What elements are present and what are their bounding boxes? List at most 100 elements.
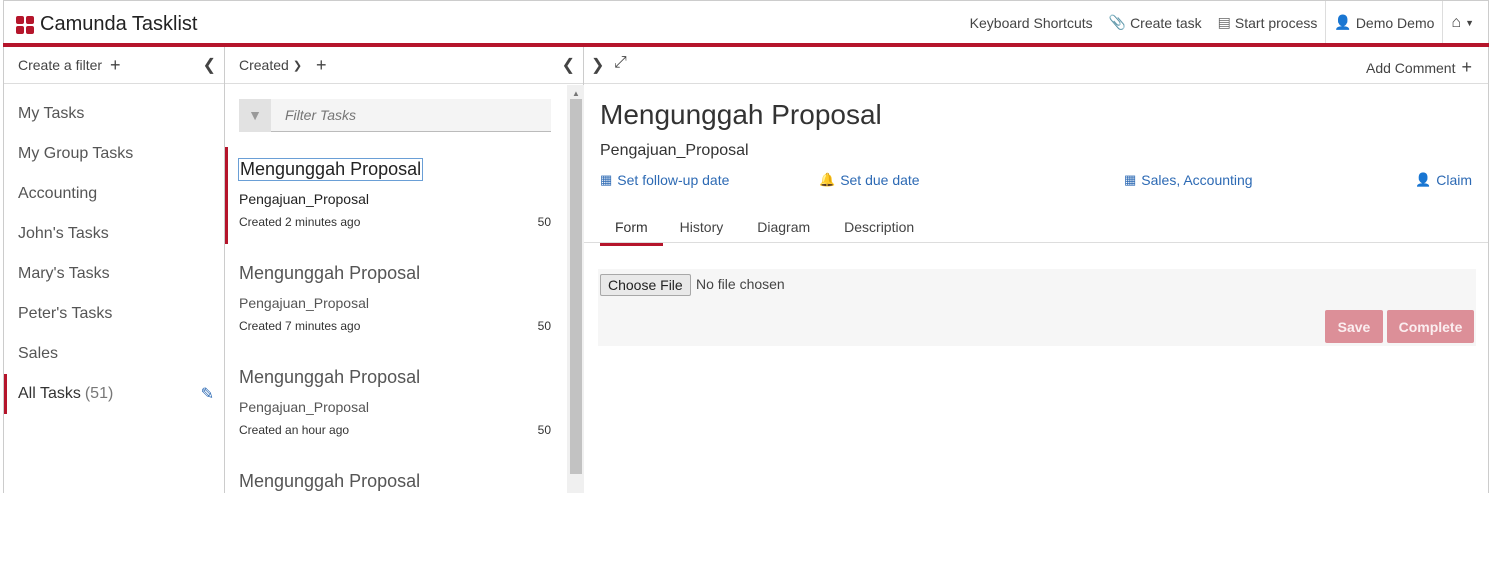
filter-label: Accounting	[18, 185, 98, 202]
filter-item[interactable]: Peter's Tasks	[4, 294, 224, 334]
top-nav-menu: Keyboard Shortcuts 📎 Create task ▤ Start…	[962, 1, 1482, 44]
task-priority: 50	[537, 423, 551, 437]
task-name: Mengunggah Proposal	[239, 367, 421, 387]
brand[interactable]: Camunda Tasklist	[16, 13, 197, 36]
candidate-groups-link[interactable]: ▦ Sales, Accounting	[1124, 172, 1253, 188]
start-process-link[interactable]: ▤ Start process	[1210, 1, 1326, 44]
filter-list: My Tasks My Group Tasks Accounting John'…	[4, 84, 224, 414]
chevron-left-icon[interactable]: ❮	[562, 55, 575, 75]
funnel-icon[interactable]: ▼	[239, 98, 271, 132]
user-icon: 👤	[1334, 14, 1352, 30]
filter-item[interactable]: John's Tasks	[4, 214, 224, 254]
sort-created-dropdown[interactable]: Created	[239, 57, 289, 73]
task-created: Created an hour ago	[239, 423, 350, 437]
create-filter-link[interactable]: Create a filter	[18, 57, 102, 73]
task-name: Mengunggah Proposal	[239, 471, 421, 491]
task-item[interactable]: Mengunggah Proposal	[225, 459, 565, 563]
task-item[interactable]: Mengunggah Proposal Pengajuan_Proposal C…	[225, 147, 565, 251]
filter-label: Peter's Tasks	[18, 305, 113, 322]
filter-label: My Tasks	[18, 105, 85, 122]
file-status: No file chosen	[696, 276, 785, 292]
filter-label: John's Tasks	[18, 225, 109, 242]
list-icon: ▤	[1217, 14, 1231, 30]
task-title: Mengunggah Proposal	[600, 99, 882, 130]
task-process: Pengajuan_Proposal	[239, 191, 369, 207]
plus-icon[interactable]: +	[110, 55, 121, 76]
chevron-down-icon[interactable]: ❯	[293, 59, 302, 72]
chevron-right-icon[interactable]: ❯	[591, 55, 604, 75]
plus-icon: +	[1461, 57, 1472, 77]
pencil-icon[interactable]: ✎	[201, 384, 214, 404]
tabs-divider	[584, 242, 1488, 243]
keyboard-shortcuts-label: Keyboard Shortcuts	[969, 14, 1093, 31]
home-menu[interactable]: ⌂ ▼	[1443, 1, 1482, 44]
filter-item[interactable]: My Tasks	[4, 94, 224, 134]
filter-item[interactable]: Accounting	[4, 174, 224, 214]
caret-down-icon: ▼	[1465, 17, 1474, 28]
filter-label: All Tasks	[18, 385, 81, 402]
task-priority: 50	[537, 215, 551, 229]
task-process: Pengajuan_Proposal	[239, 295, 369, 311]
filter-item[interactable]: Mary's Tasks	[4, 254, 224, 294]
chevron-left-icon[interactable]: ❮	[203, 55, 216, 75]
paperclip-icon: 📎	[1108, 14, 1127, 30]
task-created: Created 7 minutes ago	[239, 319, 361, 333]
task-name: Mengunggah Proposal	[237, 158, 424, 181]
create-task-link[interactable]: 📎 Create task	[1101, 1, 1210, 44]
tab-description[interactable]: Description	[827, 207, 931, 246]
filter-label: Sales	[18, 345, 59, 362]
start-process-label: Start process	[1234, 14, 1318, 31]
tab-diagram[interactable]: Diagram	[740, 207, 827, 246]
filter-tasks-input[interactable]	[283, 106, 533, 124]
save-button[interactable]: Save	[1325, 310, 1383, 343]
tab-history[interactable]: History	[663, 207, 741, 246]
scroll-thumb[interactable]	[570, 99, 582, 474]
tab-form[interactable]: Form	[600, 207, 663, 246]
top-navbar: Camunda Tasklist Keyboard Shortcuts 📎 Cr…	[3, 0, 1489, 47]
due-date-label: Set due date	[840, 172, 920, 188]
scroll-up-arrow-icon[interactable]: ▲	[572, 89, 580, 98]
create-task-label: Create task	[1130, 14, 1202, 31]
task-list-scrollbar[interactable]: ▲	[567, 85, 584, 493]
app-title: Camunda Tasklist	[40, 13, 198, 35]
user-name: Demo Demo	[1355, 14, 1435, 31]
keyboard-shortcuts-link[interactable]: Keyboard Shortcuts	[962, 1, 1101, 44]
detail-tabs: Form History Diagram Description	[600, 207, 931, 246]
follow-up-label: Set follow-up date	[617, 172, 730, 188]
task-item[interactable]: Mengunggah Proposal Pengajuan_Proposal C…	[225, 355, 565, 459]
set-follow-up-date-link[interactable]: ▦ Set follow-up date	[600, 172, 729, 188]
task-process: Pengajuan_Proposal	[239, 399, 369, 415]
task-filter-box: ▼	[239, 98, 551, 132]
plus-icon[interactable]: +	[316, 55, 327, 76]
detail-header: ❯ ⤢ Add Comment +	[584, 47, 1488, 84]
task-list-header: Created ❯ + ❮	[225, 47, 583, 84]
filters-panel: Create a filter + ❮ My Tasks My Group Ta…	[3, 47, 225, 493]
task-list-panel: Created ❯ + ❮ ▼ Mengunggah Proposal Peng…	[225, 47, 584, 493]
camunda-logo-icon	[16, 15, 34, 34]
set-due-date-link[interactable]: 🔔 Set due date	[819, 172, 920, 188]
complete-button[interactable]: Complete	[1387, 310, 1474, 343]
user-menu[interactable]: 👤 Demo Demo	[1326, 1, 1442, 44]
user-icon: 👤	[1415, 172, 1432, 187]
choose-file-button[interactable]: Choose File	[600, 274, 691, 296]
filters-header: Create a filter + ❮	[4, 47, 224, 84]
claim-label: Claim	[1436, 172, 1472, 188]
filter-item-all-tasks[interactable]: All Tasks (51) ✎	[4, 374, 224, 414]
grid-icon: ▦	[1124, 172, 1137, 187]
filter-item[interactable]: Sales	[4, 334, 224, 374]
filter-label: Mary's Tasks	[18, 265, 110, 282]
task-detail-panel: ❯ ⤢ Add Comment + Mengunggah Proposal Pe…	[584, 47, 1489, 493]
add-comment-label: Add Comment	[1366, 59, 1456, 76]
add-comment-button[interactable]: Add Comment +	[1366, 57, 1472, 78]
claim-link[interactable]: 👤 Claim	[1415, 172, 1472, 188]
task-priority: 50	[537, 319, 551, 333]
task-list: Mengunggah Proposal Pengajuan_Proposal C…	[225, 147, 565, 563]
filter-item[interactable]: My Group Tasks	[4, 134, 224, 174]
bell-icon: 🔔	[819, 172, 836, 187]
task-item[interactable]: Mengunggah Proposal Pengajuan_Proposal C…	[225, 251, 565, 355]
expand-icon[interactable]: ⤢	[614, 54, 627, 72]
task-form: Choose File No file chosen Save Complete	[598, 269, 1476, 346]
calendar-icon: ▦	[600, 172, 613, 187]
task-process-name: Pengajuan_Proposal	[600, 142, 749, 159]
home-icon: ⌂	[1451, 13, 1462, 31]
